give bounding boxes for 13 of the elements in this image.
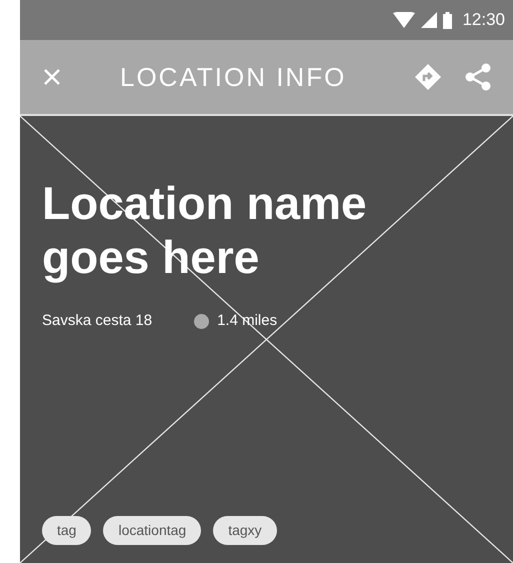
tag-chip: locationtag (103, 516, 202, 545)
signal-icon (421, 12, 438, 28)
wifi-icon (393, 12, 416, 28)
clock-time: 12:30 (462, 9, 505, 32)
directions-icon (414, 63, 442, 91)
tag-chip: tagxy (213, 516, 277, 545)
battery-icon (443, 12, 452, 28)
directions-button[interactable] (413, 62, 443, 92)
share-button[interactable] (463, 62, 493, 92)
app-bar-title: LOCATION INFO (120, 60, 346, 94)
close-icon (43, 68, 61, 86)
share-icon (465, 63, 491, 91)
address-text: Savska cesta 18 (42, 311, 152, 331)
